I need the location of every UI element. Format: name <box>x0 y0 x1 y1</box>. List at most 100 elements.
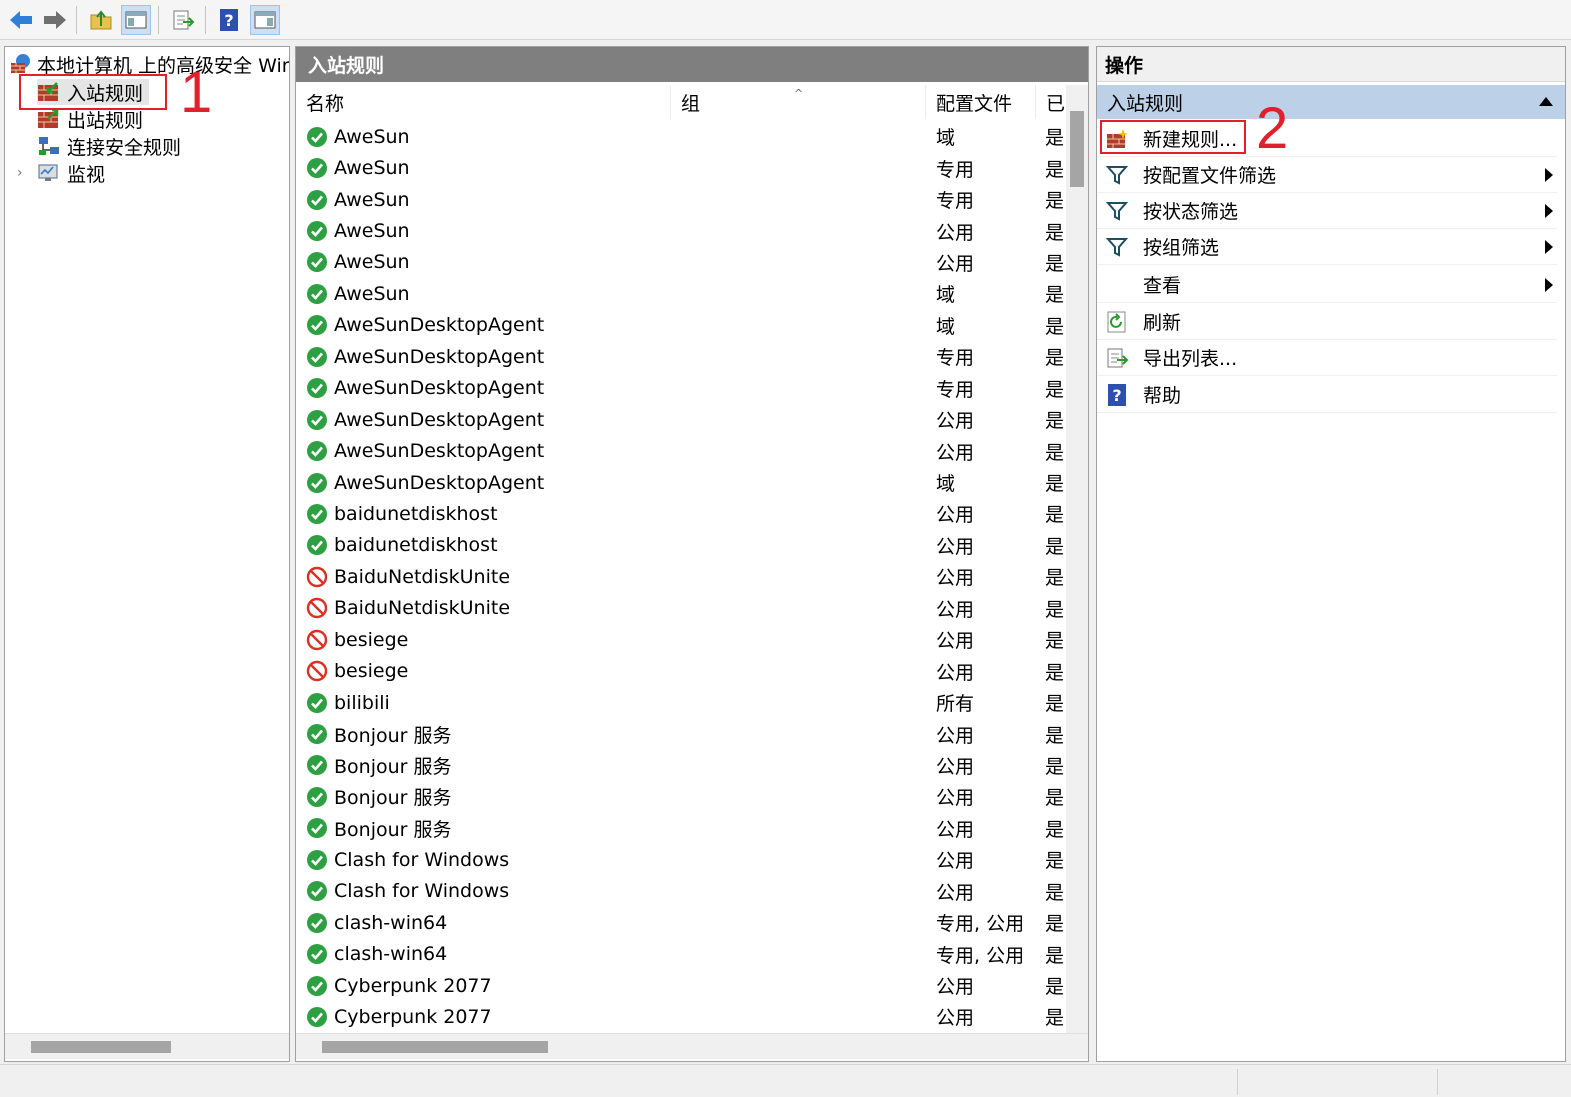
rule-name: clash-win64 <box>334 911 448 934</box>
rule-name-cell: AweSunDesktopAgent <box>306 409 544 431</box>
table-row[interactable]: besiege 公用 是 <box>296 655 1066 686</box>
table-row[interactable]: AweSunDesktopAgent 域 是 <box>296 467 1066 498</box>
allow-check-icon <box>306 943 328 965</box>
column-header-profile[interactable]: 配置文件 <box>926 85 1036 119</box>
table-row[interactable]: AweSun 域 是 <box>296 278 1066 309</box>
rule-enabled: 是 <box>1045 473 1065 496</box>
rule-profile: 专用 <box>936 158 975 181</box>
table-row[interactable]: baidunetdiskhost 公用 是 <box>296 530 1066 561</box>
up-folder-icon[interactable] <box>86 5 116 35</box>
actions-group-header[interactable]: 入站规则 <box>1097 85 1565 119</box>
column-header-label: 组 <box>681 92 701 115</box>
rule-enabled: 是 <box>1045 504 1065 527</box>
export-list-icon[interactable] <box>168 5 198 35</box>
show-hide-action-pane-icon[interactable] <box>250 5 280 35</box>
table-row[interactable]: AweSun 域 是 <box>296 121 1066 152</box>
table-row[interactable]: Bonjour 服务 公用 是 <box>296 813 1066 844</box>
action-filter-by-group[interactable]: 按组筛选 <box>1097 229 1557 265</box>
help-icon[interactable]: ? <box>214 5 244 35</box>
action-help[interactable]: ? 帮助 <box>1097 377 1557 413</box>
rule-profile: 专用 <box>936 347 975 370</box>
table-row[interactable]: baidunetdiskhost 公用 是 <box>296 498 1066 529</box>
rule-enabled: 是 <box>1045 755 1065 778</box>
table-row[interactable]: BaiduNetdiskUnite 公用 是 <box>296 593 1066 624</box>
table-row[interactable]: AweSunDesktopAgent 域 是 <box>296 310 1066 341</box>
table-row[interactable]: AweSun 专用 是 <box>296 184 1066 215</box>
rules-vertical-scrollbar[interactable] <box>1066 85 1088 1035</box>
table-row[interactable]: Cyberpunk 2077 公用 是 <box>296 970 1066 1001</box>
annotation-box-step2 <box>1100 120 1246 154</box>
table-row[interactable]: AweSunDesktopAgent 专用 是 <box>296 341 1066 372</box>
table-row[interactable]: AweSun 专用 是 <box>296 152 1066 183</box>
show-hide-tree-icon[interactable] <box>121 5 151 35</box>
back-icon[interactable] <box>6 5 36 35</box>
allow-check-icon <box>306 283 328 305</box>
tree-item-monitoring[interactable]: › 监视 <box>17 160 105 186</box>
rule-profile: 专用 <box>936 378 975 401</box>
collapse-up-icon[interactable] <box>1539 97 1553 106</box>
table-row[interactable]: AweSunDesktopAgent 公用 是 <box>296 404 1066 435</box>
rule-enabled: 是 <box>1045 661 1065 684</box>
action-refresh[interactable]: 刷新 <box>1097 304 1557 340</box>
action-filter-by-state[interactable]: 按状态筛选 <box>1097 193 1557 229</box>
column-header-enabled[interactable]: 已 <box>1036 85 1066 119</box>
table-row[interactable]: Bonjour 服务 公用 是 <box>296 781 1066 812</box>
scrollbar-thumb[interactable] <box>322 1041 548 1053</box>
table-row[interactable]: Bonjour 服务 公用 是 <box>296 750 1066 781</box>
rule-enabled: 是 <box>1045 284 1065 307</box>
rule-name: Bonjour 服务 <box>334 755 452 778</box>
rule-enabled: 是 <box>1045 347 1065 370</box>
allow-check-icon <box>306 377 328 399</box>
rule-name: Bonjour 服务 <box>334 818 452 841</box>
rule-name: clash-win64 <box>334 943 448 966</box>
submenu-arrow-icon <box>1545 203 1553 218</box>
action-view[interactable]: 查看 <box>1097 267 1557 303</box>
actions-pane: 操作 入站规则 新建规则... 按配置文件筛选 按状态筛选 按组筛选 查看 刷新 导出列表.… <box>1096 46 1566 1062</box>
export-list-icon <box>1105 346 1129 370</box>
rule-name: AweSunDesktopAgent <box>334 345 545 368</box>
rule-enabled: 是 <box>1045 441 1065 464</box>
table-row[interactable]: Clash for Windows 公用 是 <box>296 876 1066 907</box>
table-row[interactable]: bilibili 所有 是 <box>296 687 1066 718</box>
table-row[interactable]: Clash for Windows 公用 是 <box>296 844 1066 875</box>
rule-profile: 公用 <box>936 661 975 684</box>
scrollbar-thumb[interactable] <box>1070 111 1084 187</box>
forward-icon[interactable] <box>40 5 70 35</box>
rule-enabled: 是 <box>1045 378 1065 401</box>
rule-name: AweSunDesktopAgent <box>334 377 545 400</box>
rule-name: AweSunDesktopAgent <box>334 471 545 494</box>
rules-horizontal-scrollbar[interactable] <box>296 1033 1088 1059</box>
table-row[interactable]: AweSun 公用 是 <box>296 247 1066 278</box>
chevron-right-icon[interactable]: › <box>17 165 31 181</box>
scrollbar-thumb[interactable] <box>31 1041 171 1053</box>
rule-name: AweSun <box>334 188 410 211</box>
table-row[interactable]: Bonjour 服务 公用 是 <box>296 718 1066 749</box>
allow-check-icon <box>306 975 328 997</box>
rule-profile: 公用 <box>936 504 975 527</box>
tree-horizontal-scrollbar[interactable] <box>5 1033 289 1059</box>
status-bar <box>0 1064 1571 1097</box>
table-row[interactable]: Cyberpunk 2077 公用 是 <box>296 1001 1066 1032</box>
table-row[interactable]: clash-win64 专用, 公用是 <box>296 938 1066 969</box>
filter-icon <box>1105 199 1129 223</box>
tree-item-connection-security-rules[interactable]: 连接安全规则 <box>37 133 181 159</box>
rule-name: besiege <box>334 628 409 651</box>
action-label: 导出列表... <box>1143 348 1238 370</box>
table-row[interactable]: AweSunDesktopAgent 公用 是 <box>296 435 1066 466</box>
rule-name-cell: AweSunDesktopAgent <box>306 346 544 368</box>
table-row[interactable]: BaiduNetdiskUnite 公用 是 <box>296 561 1066 592</box>
action-filter-by-profile[interactable]: 按配置文件筛选 <box>1097 157 1557 193</box>
rule-enabled: 是 <box>1045 818 1065 841</box>
rule-name-cell: BaiduNetdiskUnite <box>306 566 510 588</box>
table-row[interactable]: AweSunDesktopAgent 专用 是 <box>296 373 1066 404</box>
toolbar: ? <box>0 0 1571 40</box>
rule-name: Clash for Windows <box>334 880 510 903</box>
table-row[interactable]: clash-win64 专用, 公用是 <box>296 907 1066 938</box>
action-export-list[interactable]: 导出列表... <box>1097 340 1557 376</box>
column-header-name[interactable]: 名称 <box>296 85 671 119</box>
table-row[interactable]: besiege 公用 是 <box>296 624 1066 655</box>
table-row[interactable]: AweSun 公用 是 <box>296 215 1066 246</box>
rule-profile: 域 <box>936 473 956 496</box>
svg-text:?: ? <box>224 11 233 30</box>
column-headers: 名称 组 ^ 配置文件 已 <box>296 85 1066 119</box>
